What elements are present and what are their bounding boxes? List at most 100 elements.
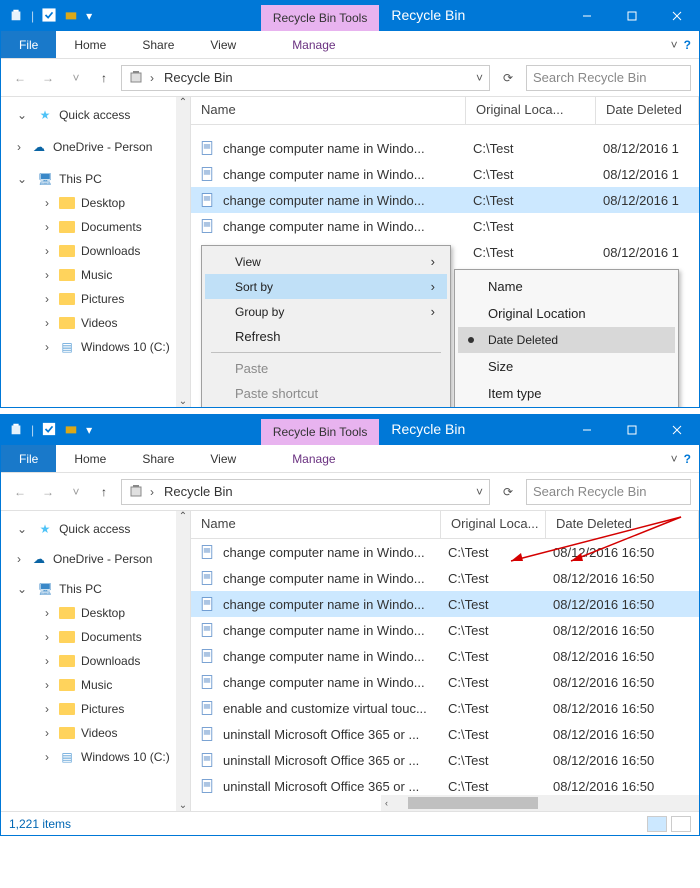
sidebar-downloads[interactable]: ›Downloads: [1, 649, 190, 673]
sidebar-desktop[interactable]: ›Desktop: [1, 601, 190, 625]
sidebar-scrollbar[interactable]: ⌃⌄: [176, 97, 190, 407]
sidebar-videos[interactable]: ›Videos: [1, 311, 190, 335]
up-button[interactable]: ↑: [93, 67, 115, 89]
file-row[interactable]: change computer name in Windo...C:\Test0…: [191, 161, 699, 187]
share-tab[interactable]: Share: [124, 33, 192, 57]
help-icon[interactable]: ?: [684, 452, 691, 466]
chevron-right-icon[interactable]: ›: [150, 485, 154, 499]
file-tab[interactable]: File: [1, 445, 56, 472]
sort-size[interactable]: Size: [458, 353, 675, 380]
sidebar-downloads[interactable]: ›Downloads: [1, 239, 190, 263]
file-row[interactable]: change computer name in Windo...C:\Test0…: [191, 539, 699, 565]
horizontal-scrollbar[interactable]: ‹: [381, 795, 699, 811]
sidebar-desktop[interactable]: ›Desktop: [1, 191, 190, 215]
address-bar[interactable]: › Recycle Bin ˅: [121, 479, 490, 505]
sidebar-quick-access[interactable]: ⌄★Quick access: [1, 103, 190, 127]
manage-tab[interactable]: Manage: [274, 33, 353, 57]
recycle-bin-tools-tab[interactable]: Recycle Bin Tools: [261, 419, 380, 445]
close-button[interactable]: [654, 1, 699, 31]
folder-icon[interactable]: [64, 422, 78, 439]
col-name[interactable]: Name: [191, 97, 466, 124]
close-button[interactable]: [654, 415, 699, 445]
sort-original-location[interactable]: Original Location: [458, 300, 675, 327]
ctx-view[interactable]: View›: [205, 249, 447, 274]
maximize-button[interactable]: [609, 415, 654, 445]
search-box[interactable]: Search Recycle Bin: [526, 479, 691, 505]
sort-item-type[interactable]: Item type: [458, 380, 675, 407]
file-row[interactable]: uninstall Microsoft Office 365 or ...C:\…: [191, 721, 699, 747]
home-tab[interactable]: Home: [56, 33, 124, 57]
sidebar-pictures[interactable]: ›Pictures: [1, 287, 190, 311]
checkbox-icon[interactable]: [42, 8, 56, 25]
titlebar[interactable]: | ▾ Recycle Bin Tools Recycle Bin: [1, 1, 699, 31]
minimize-button[interactable]: [564, 1, 609, 31]
breadcrumb-recycle-bin[interactable]: Recycle Bin: [164, 484, 233, 499]
file-row[interactable]: change computer name in Windo...C:\Test0…: [191, 565, 699, 591]
ctx-refresh[interactable]: Refresh: [205, 324, 447, 349]
file-tab[interactable]: File: [1, 31, 56, 58]
sidebar-drive-c[interactable]: ›▤Windows 10 (C:): [1, 745, 190, 769]
view-tab[interactable]: View: [192, 33, 254, 57]
sidebar-videos[interactable]: ›Videos: [1, 721, 190, 745]
sidebar-drive-c[interactable]: ›▤Windows 10 (C:): [1, 335, 190, 359]
file-row[interactable]: change computer name in Windo...C:\Test0…: [191, 591, 699, 617]
home-tab[interactable]: Home: [56, 447, 124, 471]
view-details-button[interactable]: [647, 816, 667, 832]
search-box[interactable]: Search Recycle Bin: [526, 65, 691, 91]
sidebar-music[interactable]: ›Music: [1, 673, 190, 697]
ctx-sort-by[interactable]: Sort by›: [205, 274, 447, 299]
sidebar-onedrive[interactable]: ›☁OneDrive - Person: [1, 547, 190, 571]
forward-button[interactable]: →: [37, 481, 59, 503]
minimize-button[interactable]: [564, 415, 609, 445]
forward-button[interactable]: →: [37, 67, 59, 89]
view-icons-button[interactable]: [671, 816, 691, 832]
dropdown-icon[interactable]: ▾: [86, 423, 92, 437]
file-row[interactable]: enable and customize virtual touc...C:\T…: [191, 695, 699, 721]
help-icon[interactable]: ?: [684, 38, 691, 52]
manage-tab[interactable]: Manage: [274, 447, 353, 471]
refresh-button[interactable]: ⟳: [496, 480, 520, 504]
recycle-bin-tools-tab[interactable]: Recycle Bin Tools: [261, 5, 380, 31]
sidebar-music[interactable]: ›Music: [1, 263, 190, 287]
sidebar-this-pc[interactable]: ⌄🖥This PC: [1, 167, 190, 191]
col-original-location[interactable]: Original Loca...: [466, 97, 596, 124]
ribbon-expand-icon[interactable]: ˅: [671, 38, 678, 52]
up-button[interactable]: ↑: [93, 481, 115, 503]
share-tab[interactable]: Share: [124, 447, 192, 471]
sidebar-documents[interactable]: ›Documents: [1, 625, 190, 649]
back-button[interactable]: ←: [9, 67, 31, 89]
chevron-right-icon[interactable]: ›: [150, 71, 154, 85]
sort-date-deleted[interactable]: Date Deleted: [458, 327, 675, 353]
col-date-deleted[interactable]: Date Deleted: [596, 97, 699, 124]
sidebar-documents[interactable]: ›Documents: [1, 215, 190, 239]
file-row[interactable]: change computer name in Windo...C:\Test0…: [191, 187, 699, 213]
titlebar[interactable]: | ▾ Recycle Bin Tools Recycle Bin: [1, 415, 699, 445]
address-bar[interactable]: › Recycle Bin ˅: [121, 65, 490, 91]
refresh-button[interactable]: ⟳: [496, 66, 520, 90]
file-row[interactable]: uninstall Microsoft Office 365 or ...C:\…: [191, 747, 699, 773]
checkbox-icon[interactable]: [42, 422, 56, 439]
back-button[interactable]: ←: [9, 481, 31, 503]
sidebar-pictures[interactable]: ›Pictures: [1, 697, 190, 721]
ribbon-expand-icon[interactable]: ˅: [671, 452, 678, 466]
file-row[interactable]: change computer name in Windo...C:\Test0…: [191, 617, 699, 643]
file-row[interactable]: change computer name in Windo...C:\Test0…: [191, 135, 699, 161]
breadcrumb-recycle-bin[interactable]: Recycle Bin: [164, 70, 233, 85]
sort-name[interactable]: Name: [458, 273, 675, 300]
sidebar-this-pc[interactable]: ⌄🖥This PC: [1, 577, 190, 601]
ctx-group-by[interactable]: Group by›: [205, 299, 447, 324]
sidebar-onedrive[interactable]: ›☁OneDrive - Person: [1, 135, 190, 159]
file-row[interactable]: change computer name in Windo...C:\Test0…: [191, 643, 699, 669]
col-date-deleted[interactable]: Date Deleted: [546, 511, 699, 538]
file-row[interactable]: change computer name in Windo...C:\Test: [191, 213, 699, 239]
address-dropdown-icon[interactable]: ˅: [476, 71, 483, 85]
view-tab[interactable]: View: [192, 447, 254, 471]
sidebar-scrollbar[interactable]: ⌃⌄: [176, 511, 190, 811]
sidebar-quick-access[interactable]: ⌄★Quick access: [1, 517, 190, 541]
file-row[interactable]: change computer name in Windo...C:\Test0…: [191, 669, 699, 695]
address-dropdown-icon[interactable]: ˅: [476, 485, 483, 499]
col-name[interactable]: Name: [191, 511, 441, 538]
col-original-location[interactable]: Original Loca...: [441, 511, 546, 538]
recent-dropdown[interactable]: ˅: [65, 67, 87, 89]
folder-icon[interactable]: [64, 8, 78, 25]
